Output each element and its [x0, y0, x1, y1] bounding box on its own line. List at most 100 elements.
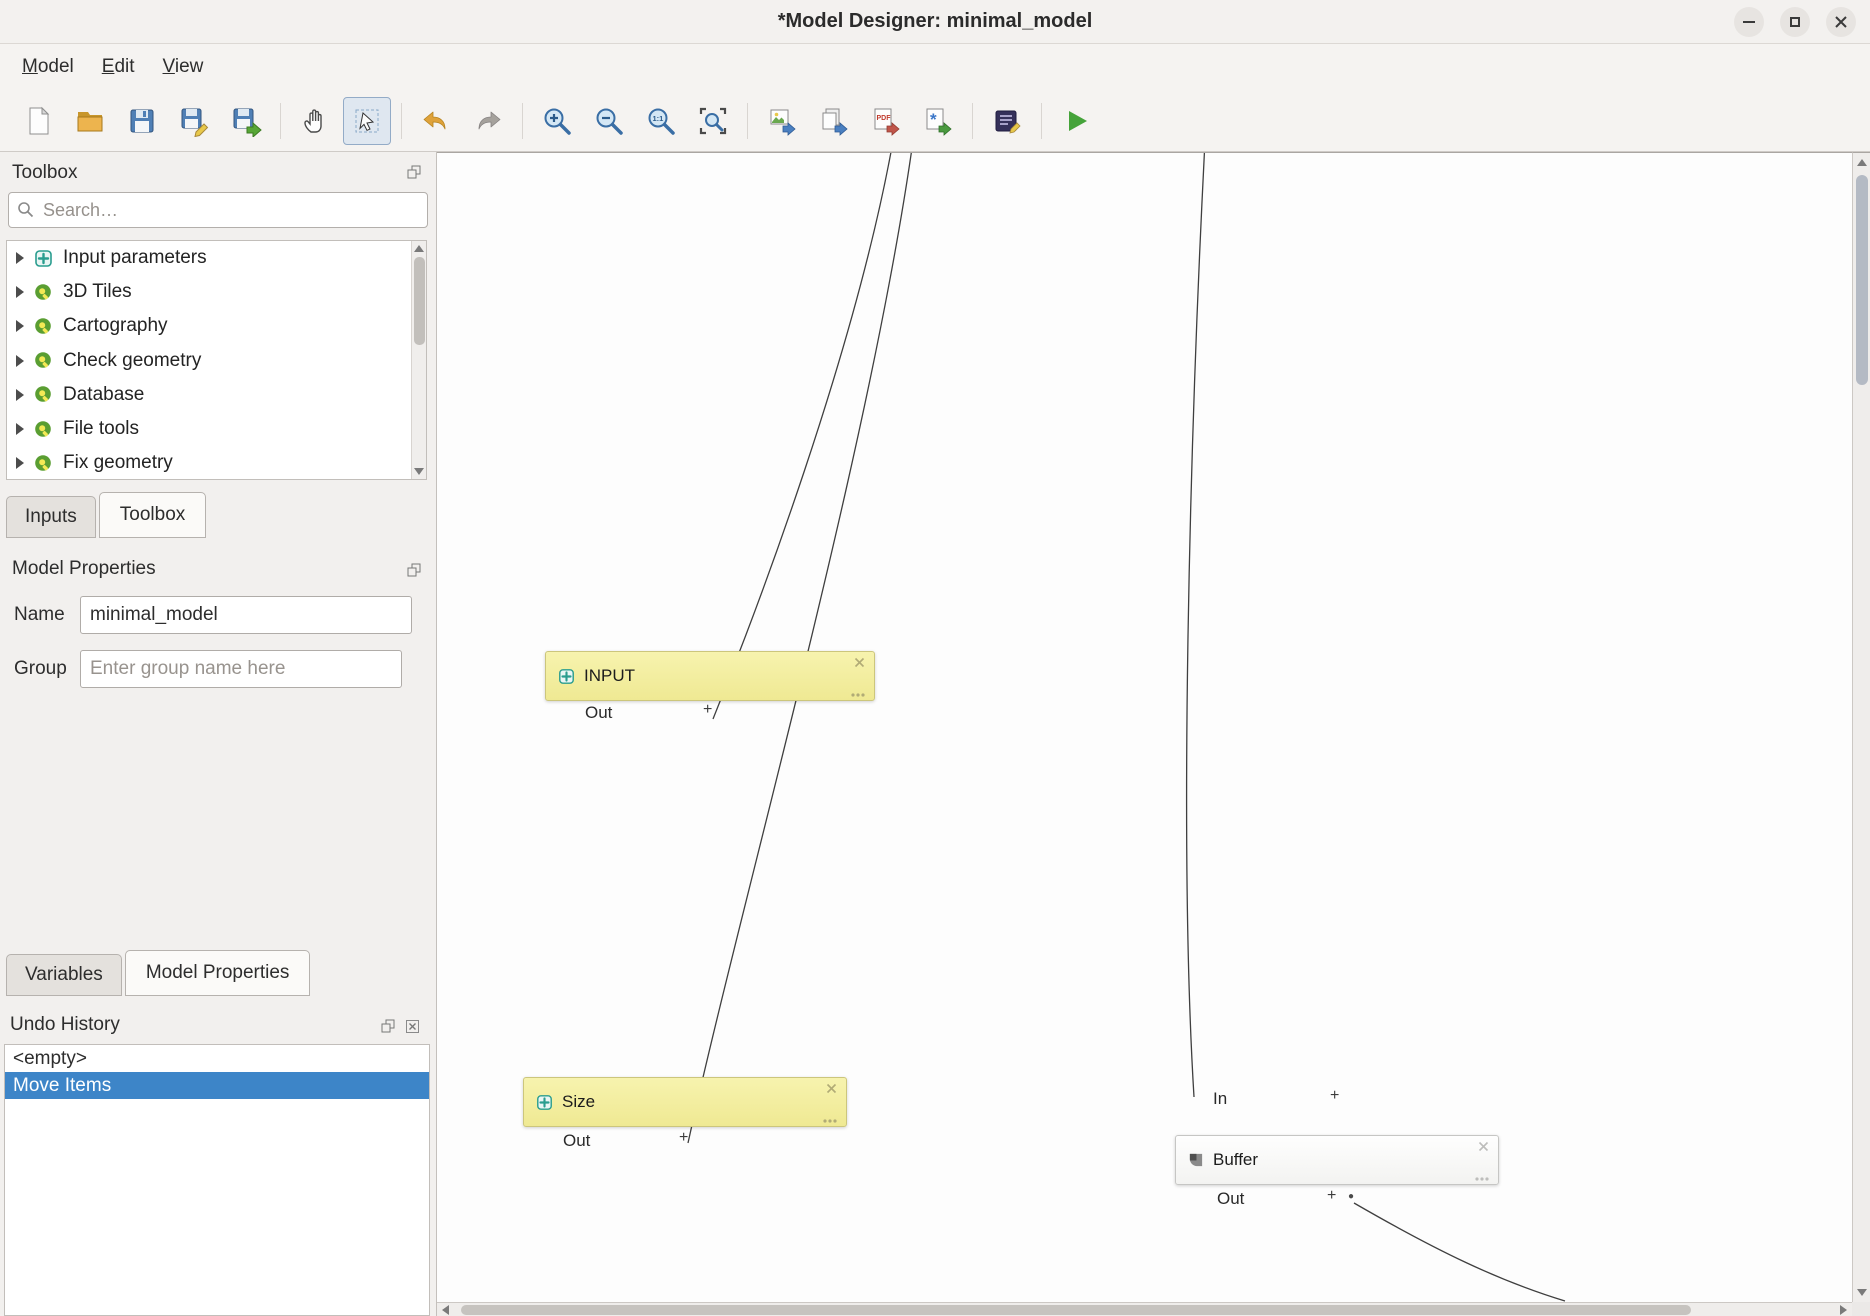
model-name-input[interactable] — [80, 596, 412, 634]
tab-variables[interactable]: Variables — [6, 954, 122, 996]
svg-text:1:1: 1:1 — [653, 114, 664, 123]
port-expand-icon[interactable]: + — [679, 1129, 688, 1147]
minimize-icon[interactable] — [1734, 7, 1764, 37]
node-buffer[interactable]: Buffer — [1175, 1135, 1499, 1185]
close-panel-icon[interactable] — [404, 1018, 420, 1034]
tree-item-label: Input parameters — [63, 247, 207, 269]
float-panel-icon[interactable] — [406, 562, 422, 578]
window-controls — [1734, 7, 1856, 37]
scrollbar-thumb[interactable] — [414, 257, 425, 345]
export-as-pdf-button[interactable]: PDF — [862, 97, 910, 145]
scroll-right-icon[interactable] — [1840, 1305, 1847, 1315]
zoom-in-button[interactable] — [533, 97, 581, 145]
run-model-button[interactable] — [1052, 97, 1100, 145]
scroll-left-icon[interactable] — [442, 1305, 449, 1315]
zoom-actual-icon: 1:1 — [645, 105, 677, 137]
node-anchor-icon[interactable] — [854, 657, 865, 668]
parameter-icon — [558, 668, 575, 685]
canvas-vertical-scrollbar[interactable] — [1852, 152, 1870, 1302]
expand-arrow-icon[interactable] — [16, 355, 24, 367]
canvas-horizontal-scrollbar[interactable] — [437, 1302, 1852, 1316]
tab-toolbox[interactable]: Toolbox — [99, 492, 207, 538]
node-dots-icon[interactable] — [851, 693, 865, 697]
zoom-full-button[interactable] — [689, 97, 737, 145]
save-model-in-project-button[interactable] — [222, 97, 270, 145]
tree-item-cartography[interactable]: Cartography — [7, 309, 426, 343]
zoom-out-button[interactable] — [585, 97, 633, 145]
edit-model-help-button[interactable] — [983, 97, 1031, 145]
export-as-script-button[interactable]: * — [914, 97, 962, 145]
properties-panel-tabs: Variables Model Properties — [6, 950, 310, 996]
run-model-icon — [1060, 105, 1092, 137]
port-expand-icon[interactable]: + — [1327, 1187, 1336, 1205]
group-label: Group — [14, 658, 80, 680]
expand-arrow-icon[interactable] — [16, 252, 24, 264]
close-icon[interactable] — [1826, 7, 1856, 37]
model-group-input[interactable] — [80, 650, 402, 688]
expand-arrow-icon[interactable] — [16, 423, 24, 435]
tree-item-check-geometry[interactable]: Check geometry — [7, 344, 426, 378]
search-input[interactable] — [8, 192, 428, 228]
export-image-icon — [766, 105, 798, 137]
node-input[interactable]: INPUT — [545, 651, 875, 701]
scroll-up-icon[interactable] — [414, 245, 424, 252]
expand-arrow-icon[interactable] — [16, 320, 24, 332]
expand-arrow-icon[interactable] — [16, 286, 24, 298]
save-model-button[interactable] — [118, 97, 166, 145]
scroll-up-icon[interactable] — [1857, 159, 1867, 166]
scrollbar-thumb[interactable] — [461, 1305, 1691, 1315]
export-as-svg-button[interactable] — [810, 97, 858, 145]
tree-item-database[interactable]: Database — [7, 378, 426, 412]
scroll-down-icon[interactable] — [1857, 1289, 1867, 1296]
redo-button[interactable] — [464, 97, 512, 145]
undo-item-move-items[interactable]: Move Items — [5, 1072, 429, 1099]
qgis-algorithm-icon — [34, 283, 53, 302]
zoom-out-icon — [593, 105, 625, 137]
model-group-row: Group — [14, 650, 402, 688]
connection — [713, 153, 893, 719]
tab-inputs[interactable]: Inputs — [6, 496, 96, 538]
node-size[interactable]: Size — [523, 1077, 847, 1127]
port-expand-icon[interactable]: + — [1330, 1087, 1339, 1105]
node-dots-icon[interactable] — [823, 1119, 837, 1123]
save-model-as-button[interactable] — [170, 97, 218, 145]
export-pdf-icon: PDF — [870, 105, 902, 137]
scroll-down-icon[interactable] — [414, 468, 424, 475]
menu-edit[interactable]: Edit — [90, 49, 147, 85]
tree-item-fix-geometry[interactable]: Fix geometry — [7, 446, 426, 480]
connection — [1354, 1203, 1565, 1301]
export-as-image-button[interactable] — [758, 97, 806, 145]
port-expand-icon[interactable]: + — [703, 701, 712, 719]
zoom-in-icon — [541, 105, 573, 137]
model-canvas[interactable]: INPUT Out + Size Out + In + Buffer Out +… — [437, 152, 1852, 1302]
port-connector-dot[interactable]: ● — [1348, 1191, 1354, 1202]
scrollbar-thumb[interactable] — [1856, 175, 1868, 385]
tree-scrollbar[interactable] — [411, 241, 426, 479]
menu-view[interactable]: View — [151, 49, 216, 85]
new-model-button[interactable] — [14, 97, 62, 145]
menubar: Model Edit View — [0, 44, 1870, 90]
undo-button[interactable] — [412, 97, 460, 145]
qgis-algorithm-icon — [34, 385, 53, 404]
float-panel-icon[interactable] — [380, 1018, 396, 1034]
tree-item-input-parameters[interactable]: Input parameters — [7, 241, 426, 275]
connection — [1187, 153, 1205, 1097]
select-items-button[interactable] — [343, 97, 391, 145]
expand-arrow-icon[interactable] — [16, 389, 24, 401]
node-dots-icon[interactable] — [1475, 1177, 1489, 1181]
zoom-actual-button[interactable]: 1:1 — [637, 97, 685, 145]
node-anchor-icon[interactable] — [1478, 1141, 1489, 1152]
pan-button[interactable] — [291, 97, 339, 145]
toolbox-panel-tabs: Inputs Toolbox — [6, 492, 206, 538]
maximize-icon[interactable] — [1780, 7, 1810, 37]
float-panel-icon[interactable] — [406, 164, 422, 180]
undo-item-empty[interactable]: <empty> — [5, 1045, 429, 1072]
tree-item-3d-tiles[interactable]: 3D Tiles — [7, 275, 426, 309]
open-folder-icon — [74, 105, 106, 137]
open-model-button[interactable] — [66, 97, 114, 145]
menu-model[interactable]: Model — [10, 49, 86, 85]
node-anchor-icon[interactable] — [826, 1083, 837, 1094]
expand-arrow-icon[interactable] — [16, 457, 24, 469]
tree-item-file-tools[interactable]: File tools — [7, 412, 426, 446]
tab-model-properties[interactable]: Model Properties — [125, 950, 311, 996]
